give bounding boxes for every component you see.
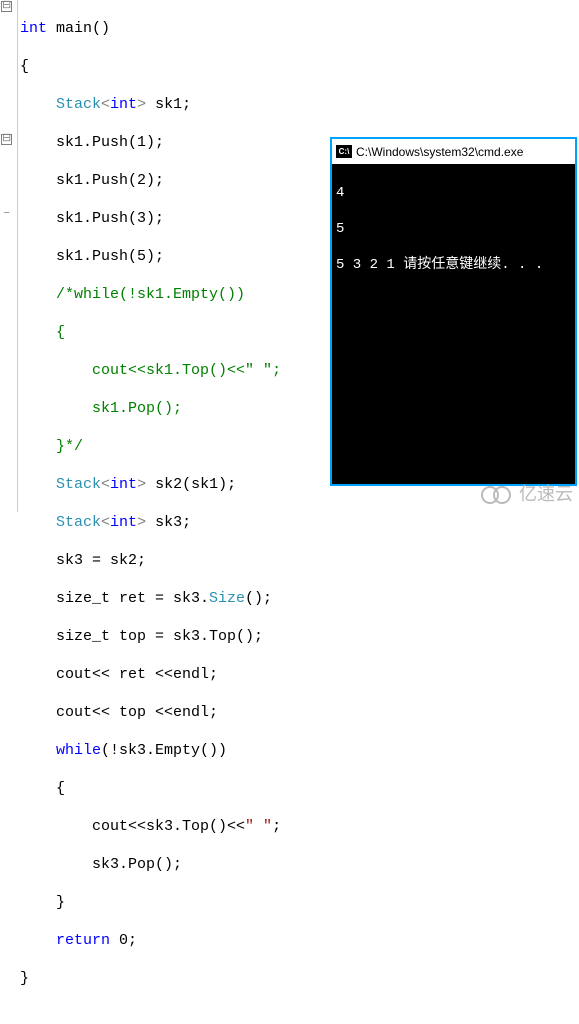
code-line: sk3 = sk2;: [20, 551, 281, 570]
code-line: /*while(!sk1.Empty()): [20, 285, 281, 304]
fold-marker-end: −: [1, 210, 12, 221]
code-line: cout<< top <<endl;: [20, 703, 281, 722]
code-line: cout<< ret <<endl;: [20, 665, 281, 684]
code-line: sk1.Push(3);: [20, 209, 281, 228]
code-line: sk3.Pop();: [20, 855, 281, 874]
code-line: int main(): [20, 19, 281, 38]
cmd-titlebar[interactable]: C:\ C:\Windows\system32\cmd.exe: [332, 139, 575, 164]
keyword: return: [56, 932, 110, 949]
keyword: while: [56, 742, 101, 759]
code-line: {: [20, 779, 281, 798]
code-line: while(!sk3.Empty()): [20, 741, 281, 760]
code-line: size_t top = sk3.Top();: [20, 627, 281, 646]
code-line: {: [20, 323, 281, 342]
code-line: }: [20, 969, 281, 988]
code-line: {: [20, 57, 281, 76]
cmd-title: C:\Windows\system32\cmd.exe: [356, 145, 523, 159]
fold-gutter: ⊟ ⊟ −: [0, 0, 18, 512]
fold-toggle[interactable]: ⊟: [1, 134, 12, 145]
watermark: 亿速云: [481, 480, 573, 506]
code-line: }: [20, 893, 281, 912]
cmd-window[interactable]: C:\ C:\Windows\system32\cmd.exe 4 5 5 3 …: [330, 137, 577, 486]
type-name: Stack: [56, 514, 101, 531]
type-name: Stack: [56, 476, 101, 493]
code-line: cout<<sk3.Top()<<" ";: [20, 817, 281, 836]
string-literal: " ": [245, 818, 272, 835]
code-line: size_t ret = sk3.Size();: [20, 589, 281, 608]
output-line: 5 3 2 1 请按任意键继续. . .: [336, 256, 571, 274]
code-line: sk1.Push(5);: [20, 247, 281, 266]
code-line: }*/: [20, 437, 281, 456]
output-line: 4: [336, 184, 571, 202]
cloud-icon: [481, 484, 515, 502]
cmd-icon: C:\: [336, 145, 352, 158]
watermark-text: 亿速云: [519, 480, 573, 506]
output-line: 5: [336, 220, 571, 238]
fold-toggle[interactable]: ⊟: [1, 1, 12, 12]
code-line: return 0;: [20, 931, 281, 950]
code-line: sk1.Pop();: [20, 399, 281, 418]
code-line: cout<<sk1.Top()<<" ";: [20, 361, 281, 380]
code-line: Stack<int> sk3;: [20, 513, 281, 532]
code-line: Stack<int> sk1;: [20, 95, 281, 114]
code-area[interactable]: int main() { Stack<int> sk1; sk1.Push(1)…: [18, 0, 281, 512]
code-line: Stack<int> sk2(sk1);: [20, 475, 281, 494]
code-line: sk1.Push(1);: [20, 133, 281, 152]
type-name: Stack: [56, 96, 101, 113]
code-line: sk1.Push(2);: [20, 171, 281, 190]
cmd-output[interactable]: 4 5 5 3 2 1 请按任意键继续. . .: [332, 164, 575, 484]
keyword: int: [20, 20, 47, 37]
